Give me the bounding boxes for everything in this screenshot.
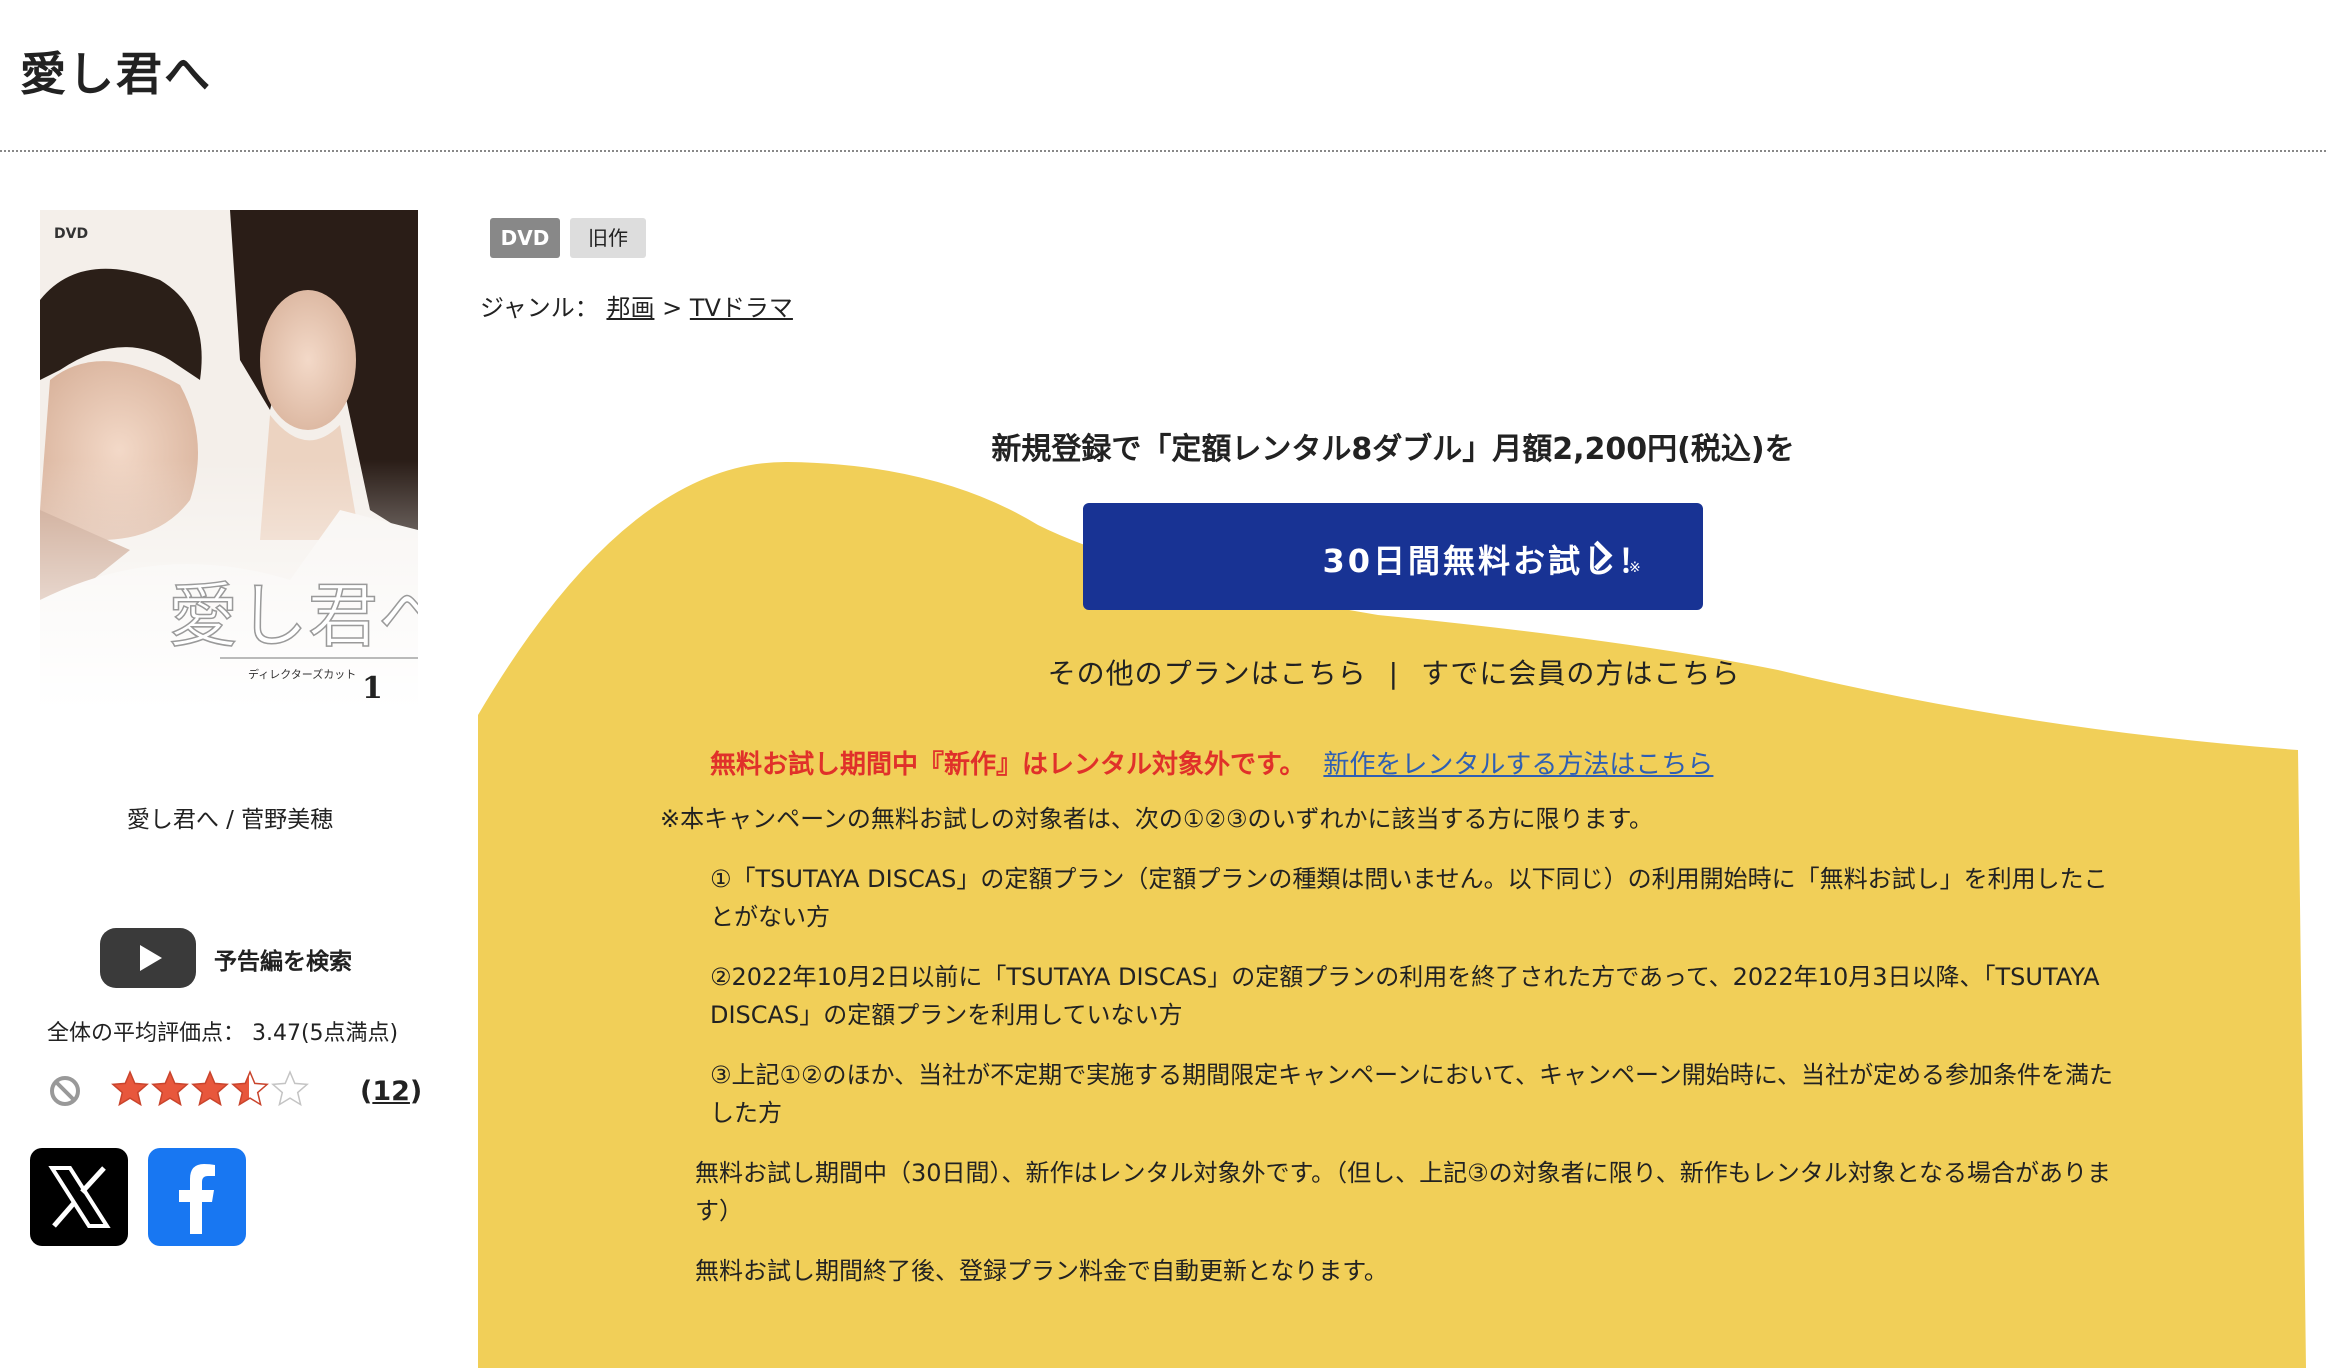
trailer-play-button[interactable]	[100, 928, 196, 988]
genre-label: ジャンル：	[480, 294, 599, 322]
plan-links: その他のプランはこちら | すでに会員の方はこちら	[0, 652, 2326, 692]
trailer-search-link[interactable]: 予告編を検索	[214, 942, 352, 976]
genre-breadcrumb: ジャンル： 邦画 > TVドラマ	[480, 288, 793, 323]
x-share-button[interactable]	[30, 1148, 128, 1246]
plan-links-divider: |	[1388, 657, 1400, 690]
title-divider	[0, 150, 2326, 152]
cover-title-art: 愛し君へ	[168, 575, 418, 657]
condition-2: ②2022年10月2日以前に「TSUTAYA DISCAS」の定額プランの利用を…	[710, 963, 2100, 1029]
average-rating: 全体の平均評価点： 3.47(5点満点)	[47, 1021, 399, 1046]
review-count-link[interactable]: 12	[372, 1076, 410, 1107]
facebook-share-button[interactable]	[148, 1148, 246, 1246]
rating-stars	[111, 1070, 309, 1107]
star-icon	[191, 1070, 229, 1107]
auto-renew-note: 無料お試し期間終了後、登録プラン料金で自動更新となります。	[695, 1257, 1388, 1285]
new-release-rental-link[interactable]: 新作をレンタルする方法はこちら	[1323, 750, 1713, 780]
member-login-link[interactable]: すでに会員の方はこちら	[1421, 657, 1740, 690]
genre-link-japanese-film[interactable]: 邦画	[606, 294, 654, 322]
format-tag: DVD	[490, 218, 560, 258]
genre-separator: >	[662, 294, 683, 322]
x-logo-icon	[48, 1166, 111, 1228]
no-entry-icon[interactable]	[48, 1074, 82, 1108]
cover-caption: 愛し君へ / 菅野美穂	[126, 807, 334, 833]
review-count[interactable]: (12)	[360, 1076, 422, 1107]
free-trial-note-mark: ※	[1629, 560, 1641, 576]
facebook-logo-icon	[179, 1164, 215, 1234]
dvd-mark: DVD	[54, 226, 88, 242]
star-rating	[110, 1066, 320, 1125]
other-plans-link[interactable]: その他のプランはこちら	[1048, 657, 1367, 690]
campaign-notice: ※本キャンペーンの無料お試しの対象者は、次の①②③のいずれかに該当する方に限りま…	[660, 805, 1654, 833]
play-icon	[140, 945, 162, 971]
trial-period-note: 無料お試し期間中（30日間）、新作はレンタル対象外です。（但し、上記③の対象者に…	[695, 1159, 2111, 1225]
condition-1: ①「TSUTAYA DISCAS」の定額プラン（定額プランの種類は問いません。以…	[710, 865, 2108, 931]
genre-link-tv-drama[interactable]: TVドラマ	[690, 294, 793, 322]
promo-headline: 新規登録で「定額レンタル8ダブル」月額2,200円(税込)を	[991, 432, 1795, 467]
free-trial-label: 30日間無料お試し！	[1322, 542, 1653, 580]
condition-3: ③上記①②のほか、当社が不定期で実施する期間限定キャンペーンにおいて、キャンペー…	[710, 1061, 2114, 1127]
star-icon	[151, 1070, 189, 1107]
star-icon	[271, 1070, 309, 1107]
star-icon	[111, 1070, 149, 1107]
new-release-warning: 無料お試し期間中『新作』はレンタル対象外です。 新作をレンタルする方法はこちら	[710, 744, 1713, 781]
status-tag: 旧作	[570, 218, 646, 258]
warning-text: 無料お試し期間中『新作』はレンタル対象外です。	[710, 750, 1306, 780]
page-title: 愛し君へ	[20, 47, 212, 101]
star-icon	[231, 1070, 269, 1107]
